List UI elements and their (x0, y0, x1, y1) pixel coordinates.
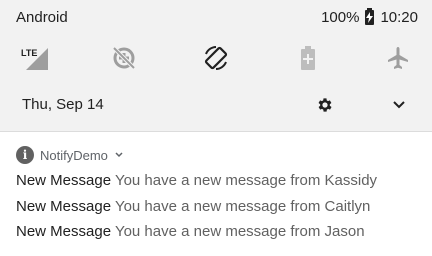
chevron-down-icon (115, 152, 123, 158)
data-saver-off-icon (112, 46, 136, 70)
status-right: 100% 10:20 (321, 8, 418, 26)
message-body: You have a new message from Jason (114, 223, 365, 240)
notification-message[interactable]: New Message You have a new message from … (16, 198, 370, 215)
message-body: You have a new message from Kassidy (114, 172, 378, 189)
expand-button[interactable] (386, 92, 412, 118)
lte-signal-tile[interactable]: LTE (16, 38, 56, 78)
battery-charging-icon (365, 8, 375, 25)
svg-text:LTE: LTE (21, 48, 37, 58)
quick-settings-tiles: LTE (0, 38, 432, 78)
date-label: Thu, Sep 14 (22, 96, 104, 113)
carrier-label: Android (16, 9, 68, 26)
settings-button[interactable] (312, 92, 338, 118)
clock: 10:20 (380, 9, 418, 26)
battery-saver-icon (301, 46, 315, 70)
date-row: Thu, Sep 14 (0, 86, 432, 124)
notification-message[interactable]: New Message You have a new message from … (16, 223, 365, 240)
data-saver-tile[interactable] (104, 38, 144, 78)
message-title: New Message (16, 198, 112, 215)
gear-icon (318, 98, 332, 112)
lte-signal-icon: LTE (21, 48, 48, 70)
auto-rotate-icon (204, 46, 228, 70)
message-title: New Message (16, 223, 112, 240)
notification-header[interactable]: i NotifyDemo (16, 146, 124, 164)
info-icon: i (16, 146, 34, 164)
notification-message[interactable]: New Message You have a new message from … (16, 172, 377, 189)
app-name: NotifyDemo (40, 147, 108, 163)
battery-percent: 100% (321, 9, 360, 26)
airplane-icon (388, 47, 408, 69)
message-body: You have a new message from Caitlyn (114, 198, 371, 215)
battery-saver-tile[interactable] (288, 38, 328, 78)
notification-group[interactable]: i NotifyDemo New Message You have a new … (0, 140, 432, 256)
auto-rotate-tile[interactable] (196, 38, 236, 78)
chevron-down-icon (393, 101, 405, 109)
airplane-mode-tile[interactable] (378, 38, 418, 78)
status-bar: Android 100% 10:20 (0, 0, 432, 34)
message-title: New Message (16, 172, 112, 189)
